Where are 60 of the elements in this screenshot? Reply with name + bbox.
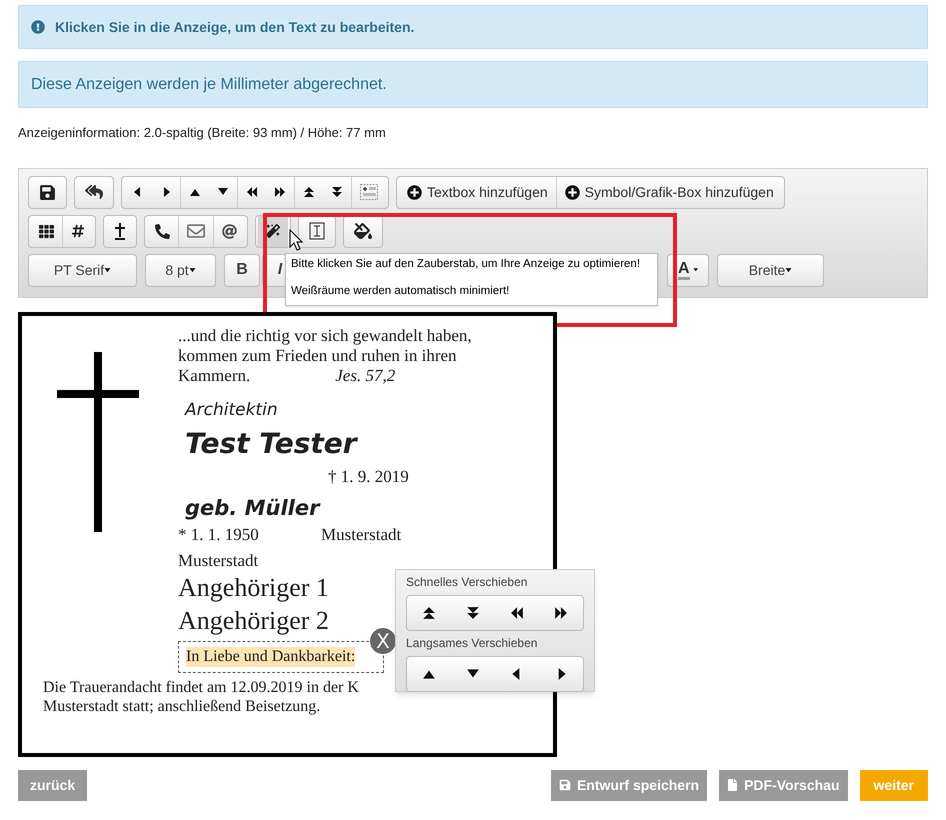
bold-button[interactable]: B [224,254,260,286]
grid-icon [39,224,54,238]
verse-line: Kammern. [178,366,250,386]
verse-source: Jes. 57,2 [335,366,396,386]
double-down-icon [466,606,480,620]
maiden-name: geb. Müller [184,494,322,522]
relative-name: Angehöriger 1 [178,572,329,604]
plus-icon [407,184,422,200]
caret-down-icon [104,266,112,274]
caret-down-icon [785,266,792,274]
add-row-icon [360,184,378,200]
hash-icon [71,224,85,238]
relative-name: Angehöriger 2 [178,604,329,636]
double-down-icon [331,186,343,198]
birth-date: * 1. 1. 1950 [178,524,260,544]
text-color-button[interactable]: A [667,254,709,286]
name-text: Test Tester [185,426,359,462]
cursor-icon [289,228,303,250]
size-select[interactable]: 8 pt [145,254,216,286]
double-up-icon [422,606,436,620]
paint-bucket-icon [354,222,372,240]
add-box-button[interactable]: Symbol/Grafik-Box hinzufügen [556,176,782,208]
notice-line: Die Trauerandacht findet am 12.09.2019 in der K [43,678,360,696]
residence-text: Musterstadt [178,550,260,570]
birth-place: Musterstadt [321,524,402,544]
double-left-icon [510,606,524,620]
telephone-icon [155,224,170,238]
double-left-icon [246,186,258,198]
notice-line: Musterstadt statt; anschließend Beisetzung. [43,696,322,716]
plus-icon [564,184,580,200]
save-icon [558,779,571,791]
add-box-button[interactable]: Textbox hinzufügen [399,176,557,208]
cross-icon [114,222,126,240]
move-panel-label: Schnelles Verschieben [406,574,528,590]
width-select[interactable]: Breite [717,254,824,286]
title-text: Architektin [185,400,279,420]
document-icon [727,779,738,791]
verse-line: kommen zum Frieden und ruhen in ihren [178,346,457,366]
exclamation-icon [31,20,45,34]
close-button[interactable]: X [370,628,396,654]
font-select[interactable]: PT Serif [28,254,137,286]
double-right-icon [554,606,568,620]
double-right-icon [274,186,286,198]
at-icon [222,224,237,238]
alert-text: Diese Anzeigen werden je Millimeter abgerechnet. [31,74,387,94]
selected-text: In Liebe und Dankbarkeit: [186,646,356,666]
verse-line: ...und die richtig vor sich gewandelt haben, [178,326,472,346]
alert-text: Klicken Sie in die Anzeige, um den Text zu bearbeiten. [55,18,414,37]
move-panel-label: Langsames Verschieben [406,634,538,652]
death-date: † 1. 9. 2019 [327,466,410,486]
tooltip-text: Weißräume werden automatisch minimiert! [291,284,510,298]
envelope-icon [187,222,205,240]
vertical-spacing-icon [309,222,325,240]
caret-down-icon [692,267,698,273]
save-icon [39,184,56,200]
double-up-icon [303,186,315,198]
reply-all-arrow-icon [85,183,103,201]
magic-wand-icon [266,224,280,238]
caret-down-icon [188,266,196,274]
ad-info-text: Anzeigeninformation: 2.0-spaltig (Breite: 93 mm) / Höhe: 77 mm [18,124,387,142]
